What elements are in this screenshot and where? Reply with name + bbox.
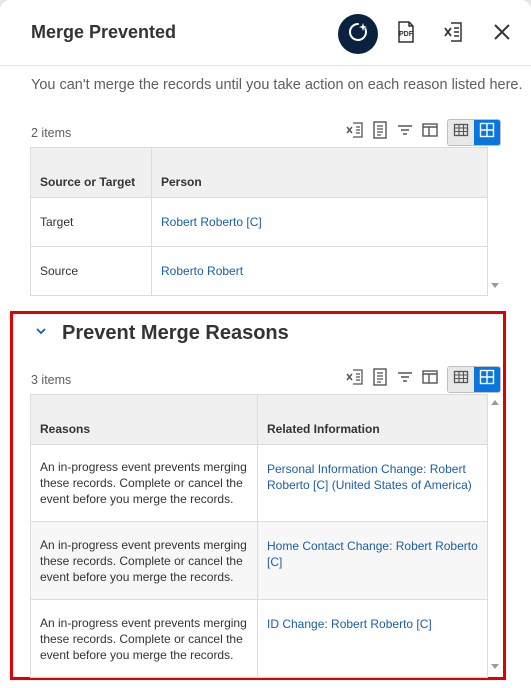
table-cell: Source: [30, 246, 152, 296]
table-header-row: Source or Target Person: [30, 147, 488, 198]
column-header[interactable]: Source or Target: [30, 147, 152, 198]
table-cell: ID Change: Robert Roberto [C]: [257, 599, 488, 678]
table-row: An in-progress event prevents merging th…: [30, 521, 488, 600]
grid-view-icon: [479, 122, 495, 143]
table-row: An in-progress event prevents merging th…: [30, 444, 488, 522]
reasons-excel-button[interactable]: [343, 368, 367, 392]
filter-icon: [395, 120, 415, 145]
reasons-scrollbar[interactable]: [488, 394, 502, 676]
section-title: Prevent Merge Reasons: [62, 322, 289, 344]
pdf-icon: PDF: [395, 20, 417, 49]
scroll-down-arrow[interactable]: [491, 283, 499, 288]
chevron-down-icon[interactable]: [34, 324, 48, 343]
table-header-row: Reasons Related Information: [30, 394, 488, 445]
print-icon: [370, 120, 390, 145]
records-columns-button[interactable]: [418, 121, 442, 145]
records-print-button[interactable]: [368, 121, 392, 145]
intro-text: You can't merge the records until you ta…: [31, 77, 523, 93]
scroll-up-arrow[interactable]: [491, 400, 499, 405]
records-filter-button[interactable]: [393, 121, 417, 145]
column-header[interactable]: Related Information: [257, 394, 488, 445]
records-table-view-button[interactable]: [448, 120, 474, 145]
related-actions-button[interactable]: [338, 14, 378, 54]
excel-export-icon: [345, 367, 365, 392]
filter-icon: [395, 367, 415, 392]
column-layout-icon: [420, 367, 440, 392]
reasons-count: 3 items: [31, 373, 72, 387]
records-table: Source or Target Person Target Robert Ro…: [30, 147, 488, 296]
table-cell: Robert Roberto [C]: [151, 197, 488, 247]
close-icon: [492, 22, 512, 47]
reasons-print-button[interactable]: [368, 368, 392, 392]
pdf-export-button[interactable]: PDF: [386, 14, 426, 54]
scroll-down-arrow[interactable]: [491, 664, 499, 669]
records-view-toggle: [447, 119, 501, 146]
related-info-link[interactable]: Personal Information Change: Robert Robe…: [267, 462, 472, 492]
records-grid-view-button[interactable]: [474, 120, 500, 145]
reasons-grid-view-button[interactable]: [474, 367, 500, 392]
reasons-toolbar: [343, 366, 501, 393]
column-layout-icon: [420, 120, 440, 145]
dialog-title: Merge Prevented: [31, 22, 177, 42]
reasons-filter-button[interactable]: [393, 368, 417, 392]
excel-export-button[interactable]: [434, 14, 474, 54]
reasons-columns-button[interactable]: [418, 368, 442, 392]
dialog-header: Merge Prevented PDF: [0, 0, 531, 66]
reasons-view-toggle: [447, 366, 501, 393]
records-count: 2 items: [31, 126, 72, 140]
table-cell: Target: [30, 197, 152, 247]
excel-export-icon: [442, 20, 466, 49]
grid-view-icon: [479, 369, 495, 390]
column-header[interactable]: Reasons: [30, 394, 258, 445]
records-toolbar: [343, 119, 501, 146]
table-cell: Home Contact Change: Robert Roberto [C]: [257, 521, 488, 600]
table-cell: An in-progress event prevents merging th…: [30, 599, 258, 678]
table-view-icon: [453, 369, 469, 390]
records-excel-button[interactable]: [343, 121, 367, 145]
related-info-link[interactable]: ID Change: Robert Roberto [C]: [267, 617, 432, 631]
records-scrollbar[interactable]: [488, 147, 502, 295]
table-view-icon: [453, 122, 469, 143]
table-row: An in-progress event prevents merging th…: [30, 599, 488, 678]
table-cell: Personal Information Change: Robert Robe…: [257, 444, 488, 522]
svg-text:PDF: PDF: [399, 31, 414, 38]
table-cell: An in-progress event prevents merging th…: [30, 444, 258, 522]
related-actions-icon: [346, 20, 370, 49]
merge-prevented-dialog: Merge Prevented PDF You can't merge the …: [0, 0, 531, 688]
table-row: Source Roberto Robert: [30, 246, 488, 296]
close-button[interactable]: [482, 14, 522, 54]
reasons-table-view-button[interactable]: [448, 367, 474, 392]
print-icon: [370, 367, 390, 392]
table-cell: An in-progress event prevents merging th…: [30, 521, 258, 600]
table-row: Target Robert Roberto [C]: [30, 197, 488, 247]
reasons-table: Reasons Related Information An in-progre…: [30, 394, 488, 678]
person-link[interactable]: Robert Roberto [C]: [161, 215, 262, 229]
excel-export-icon: [345, 120, 365, 145]
related-info-link[interactable]: Home Contact Change: Robert Roberto [C]: [267, 539, 478, 569]
column-header[interactable]: Person: [151, 147, 488, 198]
table-cell: Roberto Robert: [151, 246, 488, 296]
reasons-section-header[interactable]: Prevent Merge Reasons: [34, 322, 289, 345]
person-link[interactable]: Roberto Robert: [161, 264, 243, 278]
